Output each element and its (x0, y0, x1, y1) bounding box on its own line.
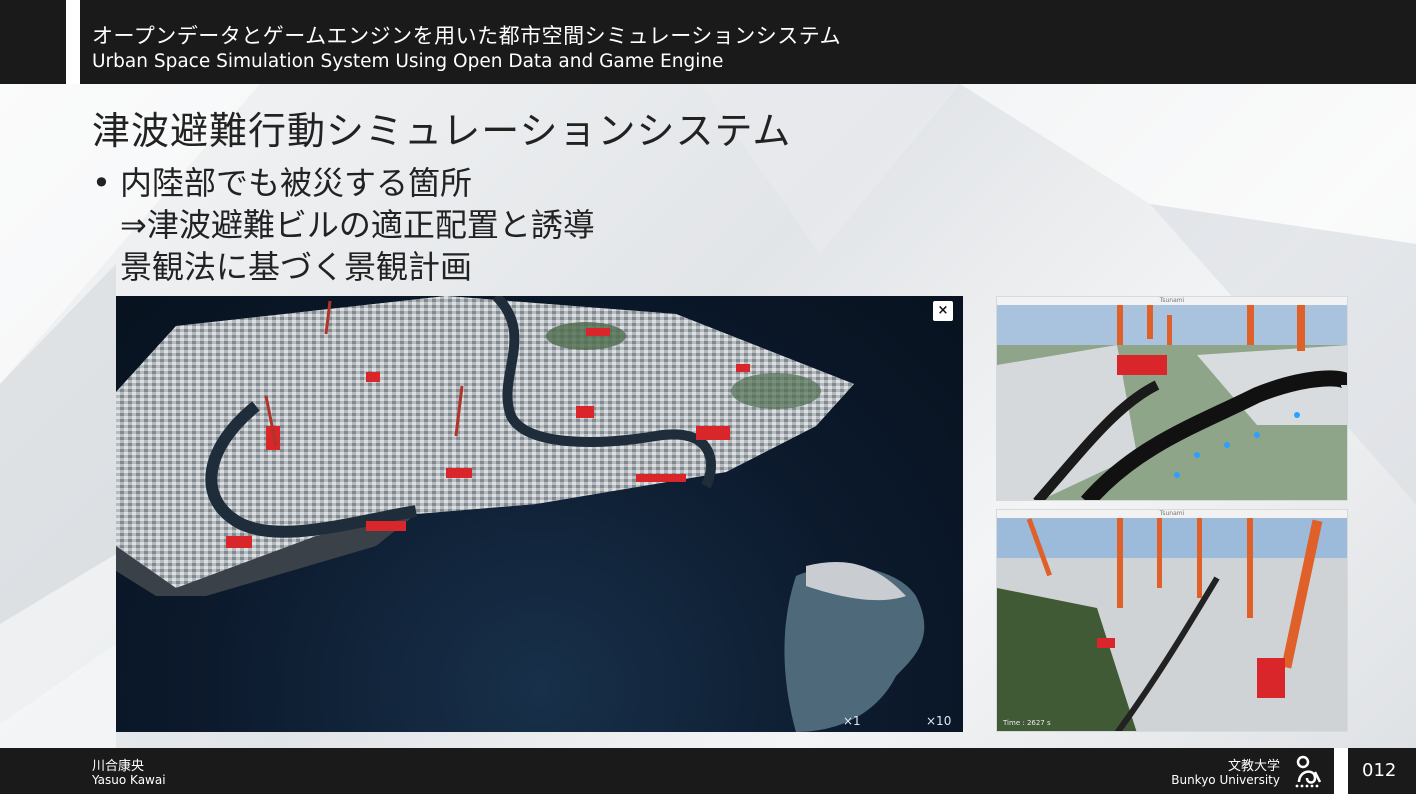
slide-title: 津波避難行動シミュレーションシステム (92, 109, 792, 153)
header-accent-bar (66, 0, 80, 84)
footer-accent-bar (1334, 748, 1348, 794)
speed-x10-label[interactable]: ×10 (926, 714, 951, 728)
speed-x1-label[interactable]: ×1 (843, 714, 861, 728)
header-band: オープンデータとゲームエンジンを用いた都市空間シミュレーションシステム Urba… (0, 0, 1416, 84)
author-name-japanese: 川合康央 (92, 759, 145, 774)
author-name-english: Yasuo Kawai (92, 773, 166, 787)
window-titlebar: Tsunami (997, 510, 1347, 518)
university-name-english: Bunkyo University (1171, 773, 1280, 787)
close-button[interactable]: × (933, 301, 953, 321)
bullet-item: • 内陸部でも被災する箇所 (92, 164, 473, 202)
bullet-list: • 内陸部でも被災する箇所 ⇒津波避難ビルの適正配置と誘導 景観法に基づく景観計画 (92, 162, 595, 288)
bullet-continuation: ⇒津波避難ビルの適正配置と誘導 (120, 206, 595, 244)
city-simulation-image: × ×1 ×10 (116, 296, 963, 732)
elapsed-time-readout: Time : 2627 s (1003, 719, 1051, 727)
footer-band: 川合康央 Yasuo Kawai 文教大学 Bunkyo University … (0, 748, 1416, 794)
page-number: 012 (1362, 760, 1397, 781)
window-titlebar: Tsunami (997, 297, 1347, 305)
landscape-view-image: Tsunami Time : 2627 s (996, 509, 1348, 732)
evacuation-view-image: Tsunami (996, 296, 1348, 501)
bullet-continuation: 景観法に基づく景観計画 (120, 248, 473, 286)
presentation-title-english: Urban Space Simulation System Using Open… (92, 51, 724, 72)
university-name-japanese: 文教大学 (1227, 759, 1280, 774)
presentation-title-japanese: オープンデータとゲームエンジンを用いた都市空間シミュレーションシステム (92, 24, 842, 48)
bullet-marker: • (92, 164, 111, 202)
university-logo-icon (1293, 754, 1323, 788)
